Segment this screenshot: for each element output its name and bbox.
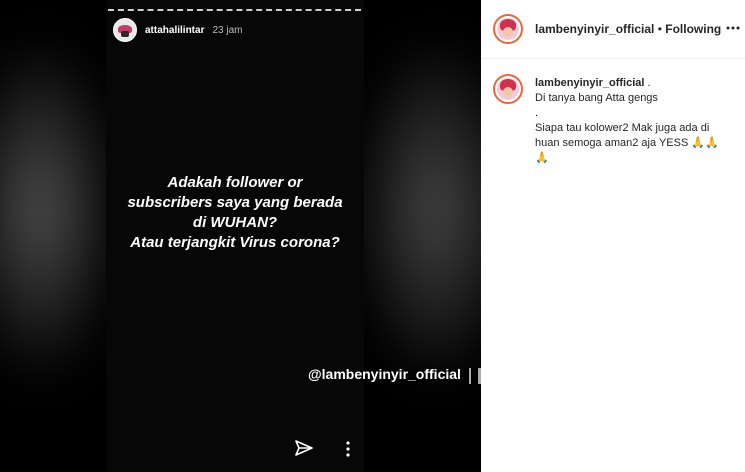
send-icon[interactable] (294, 439, 314, 459)
story-text-line: Adakah follower or (167, 174, 303, 191)
story-text-line: subscribers saya yang berada (127, 194, 343, 211)
post-panel: lambenyinyir_official • Following lamben… (481, 0, 745, 472)
post-caption: lambenyinyir_official . Di tanya bang At… (535, 76, 735, 166)
post-header: lambenyinyir_official • Following (481, 0, 745, 59)
following-button[interactable]: Following (665, 22, 721, 36)
caption-line: huan semoga aman2 aja YESS 🙏🙏 (535, 137, 719, 149)
caption-username[interactable]: lambenyinyir_official (535, 77, 644, 89)
more-vertical-icon[interactable] (341, 439, 355, 459)
caption-line: lambenyinyir_official . (535, 76, 735, 91)
story-viewer: attahalilintar 23 jam Adakah follower or… (0, 0, 481, 472)
story-text-line: di WUHAN? (192, 214, 278, 231)
story-text: Adakah follower or subscribers saya yang… (106, 173, 364, 253)
caption-line: Siapa tau kolower2 Mak juga ada di (535, 122, 710, 134)
background-blur-left (0, 40, 120, 380)
story-username[interactable]: attahalilintar (145, 25, 204, 36)
background-blur-right (356, 40, 481, 380)
story-progress-bar (108, 9, 361, 11)
story-timestamp: 23 jam (212, 24, 243, 36)
story-header: attahalilintar 23 jam (113, 18, 242, 42)
separator-dot: • (657, 22, 662, 36)
caption-line: Di tanya bang Atta gengs (535, 92, 658, 104)
watermark-divider (469, 368, 471, 384)
post-author-username[interactable]: lambenyinyir_official (535, 22, 654, 36)
story-avatar[interactable] (113, 18, 137, 42)
watermark: @lambenyinyir_official (308, 366, 461, 382)
more-horizontal-icon[interactable] (725, 20, 741, 36)
post-author: lambenyinyir_official • Following (535, 22, 721, 36)
caption-line: 🙏 (535, 152, 549, 164)
caption-text: . (644, 77, 651, 89)
post-author-avatar[interactable] (493, 14, 523, 44)
caption-line: . (535, 107, 539, 119)
story-text-line: Atau terjangkit Virus corona? (130, 234, 340, 251)
caption-avatar[interactable] (493, 74, 523, 104)
